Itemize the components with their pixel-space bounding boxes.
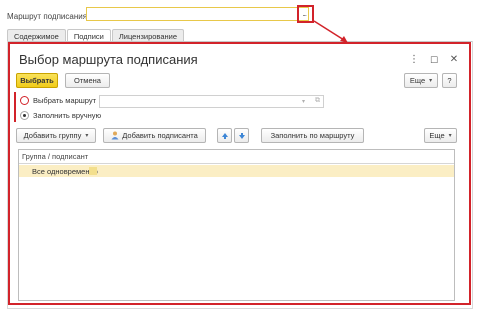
- route-label: Маршрут подписания:: [7, 11, 90, 21]
- grid-more-button[interactable]: Еще ▾: [424, 128, 457, 143]
- table-row[interactable]: Все одновременно: [19, 165, 454, 177]
- radio-icon[interactable]: [20, 95, 29, 105]
- more-label: Еще: [409, 76, 426, 85]
- cancel-button[interactable]: Отмена: [65, 73, 110, 88]
- arrow-down-icon: [238, 132, 245, 139]
- chevron-down-icon: ▾: [429, 78, 433, 84]
- radio-select-route-label: Выбрать маршрут: [33, 95, 97, 105]
- user-icon: [111, 131, 119, 140]
- radio-select-route[interactable]: Выбрать маршрут: [20, 94, 96, 106]
- add-signer-button[interactable]: Добавить подписанта: [103, 128, 206, 143]
- grid-more-label: Еще: [429, 131, 445, 140]
- form-border-right: [472, 41, 473, 309]
- add-signer-label: Добавить подписанта: [122, 131, 198, 140]
- move-up-button[interactable]: [217, 128, 232, 143]
- more-button[interactable]: Еще ▾: [404, 73, 438, 88]
- column-header-group-signer[interactable]: Группа / подписант: [19, 150, 454, 164]
- chevron-down-icon: ▾: [85, 133, 89, 139]
- add-group-label: Добавить группу: [23, 131, 82, 140]
- row-selection-marker: [89, 167, 97, 175]
- radio-fill-manually[interactable]: Заполнить вручную: [20, 109, 101, 121]
- help-button[interactable]: ?: [442, 73, 457, 88]
- open-icon[interactable]: ⧉: [315, 97, 320, 105]
- route-selection-dialog: Выбор маршрута подписания ⋮ ☐ ✕ Выбрать …: [8, 42, 471, 305]
- chevron-down-icon[interactable]: ▾: [302, 98, 305, 105]
- signers-table[interactable]: Группа / подписант Все одновременно: [18, 149, 455, 301]
- route-select-input[interactable]: ▾ ⧉: [99, 95, 324, 108]
- dialog-menu-icon[interactable]: ⋮: [408, 54, 420, 66]
- select-button[interactable]: Выбрать: [16, 73, 58, 88]
- maximize-icon[interactable]: ☐: [428, 54, 440, 66]
- route-field-row: Маршрут подписания:: [7, 9, 89, 23]
- close-icon[interactable]: ✕: [448, 54, 460, 66]
- route-select-highlight: [297, 5, 314, 23]
- arrow-up-icon: [221, 132, 228, 139]
- form-border-bottom: [7, 308, 473, 309]
- dialog-title: Выбор маршрута подписания: [19, 52, 198, 67]
- radio-checked-icon[interactable]: [20, 110, 29, 120]
- radio-fill-manually-label: Заполнить вручную: [33, 110, 102, 120]
- route-input[interactable]: ...: [86, 7, 309, 21]
- chevron-down-icon: ▾: [448, 133, 452, 139]
- fill-by-route-button[interactable]: Заполнить по маршруту: [261, 128, 364, 143]
- move-down-button[interactable]: [234, 128, 249, 143]
- add-group-button[interactable]: Добавить группу ▾: [16, 128, 96, 143]
- mode-switch: Выбрать маршрут Заполнить вручную: [14, 92, 101, 122]
- table-cell: Все одновременно: [32, 166, 98, 176]
